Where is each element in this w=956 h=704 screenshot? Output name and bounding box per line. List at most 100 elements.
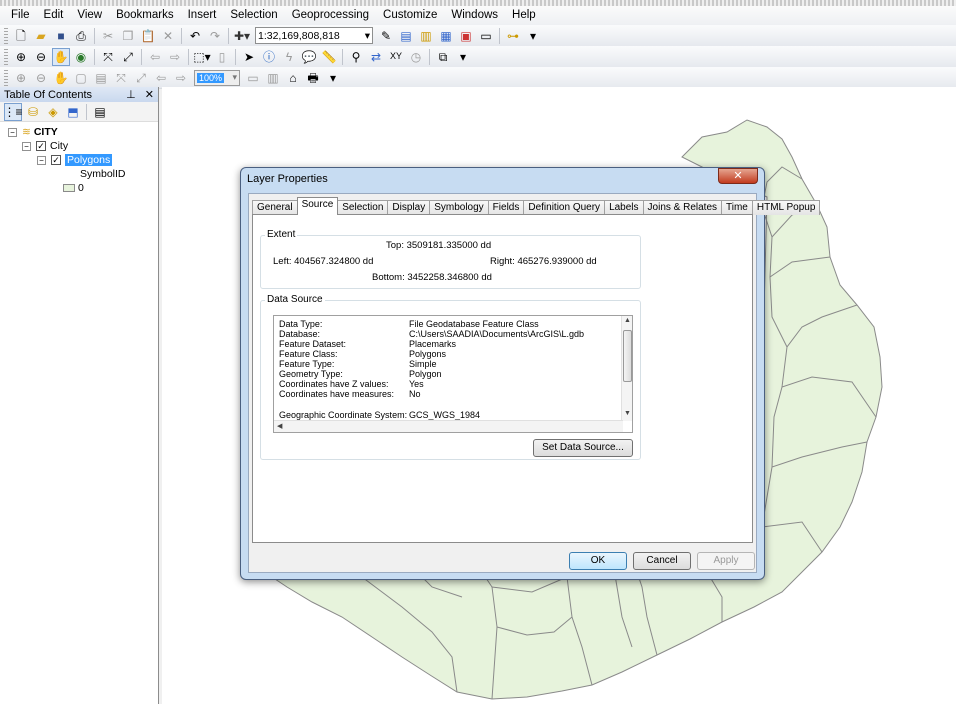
menu-help[interactable]: Help (505, 6, 543, 25)
measure-icon[interactable]: 📏 (320, 48, 338, 66)
toolbar-grip[interactable] (4, 69, 8, 86)
list-by-drawing-order-icon[interactable]: ⋮≡ (4, 102, 23, 121)
tab-time[interactable]: Time (721, 200, 753, 215)
tab-html-popup[interactable]: HTML Popup (751, 200, 821, 215)
vertical-scrollbar[interactable]: ▲ ▼ (621, 316, 632, 421)
collapse-icon[interactable]: − (37, 155, 46, 165)
select-elements-icon[interactable]: ➤ (240, 48, 258, 66)
menu-windows[interactable]: Windows (444, 6, 505, 25)
identify-icon[interactable]: ⓘ (260, 48, 278, 66)
zoom-in-icon[interactable]: ⊕ (12, 48, 30, 66)
scroll-down-icon[interactable]: ▼ (624, 410, 631, 417)
forward-arrow-icon[interactable]: ⇨ (166, 48, 184, 66)
chevron-down-icon[interactable]: ▾ (365, 30, 370, 42)
menu-bookmarks[interactable]: Bookmarks (109, 6, 181, 25)
menu-customize[interactable]: Customize (376, 6, 444, 25)
tab-joins-relates[interactable]: Joins & Relates (642, 200, 723, 215)
copy-icon[interactable]: ❐ (119, 27, 137, 45)
cancel-button[interactable]: Cancel (633, 552, 691, 570)
python-window-icon[interactable]: ▭ (477, 27, 495, 45)
layout-zoom-in-icon[interactable]: ⊕ (12, 69, 30, 87)
undo-icon[interactable]: ↶ (186, 27, 204, 45)
layout-fixed-zoom-out-icon[interactable]: ⤢ (132, 69, 150, 87)
layout-pan-icon[interactable]: ✋ (52, 69, 70, 87)
chevron-down-icon[interactable]: ▾ (232, 72, 237, 83)
layer-visibility-checkbox[interactable]: ✓ (51, 155, 61, 165)
time-slider-icon[interactable]: ◷ (407, 48, 425, 66)
go-to-xy-icon[interactable]: XY (387, 48, 405, 66)
close-icon[interactable]: ✕ (145, 89, 154, 101)
zoom-100-icon[interactable]: ▤ (92, 69, 110, 87)
pan-hand-icon[interactable]: ✋ (52, 47, 70, 66)
layer-label-selected[interactable]: Polygons (65, 154, 113, 166)
close-icon[interactable]: ✕ (733, 170, 742, 182)
back-arrow-icon[interactable]: ⇦ (146, 48, 164, 66)
change-layout-icon[interactable]: ⌂ (284, 69, 302, 87)
tab-definition-query[interactable]: Definition Query (523, 200, 606, 215)
hyperlink-icon[interactable]: ϟ (280, 48, 298, 66)
collapse-icon[interactable]: − (22, 141, 31, 151)
layout-back-icon[interactable]: ⇦ (152, 69, 170, 87)
catalog-icon[interactable]: ▥ (417, 27, 435, 45)
scrollbar-thumb[interactable] (623, 330, 632, 382)
list-by-visibility-icon[interactable]: ◈ (44, 103, 62, 121)
data-source-textbox[interactable]: Data Type: File Geodatabase Feature Class… (273, 315, 633, 433)
set-data-source-button[interactable]: Set Data Source... (533, 439, 633, 457)
menu-edit[interactable]: Edit (37, 6, 71, 25)
layer-visibility-checkbox[interactable]: ✓ (36, 141, 46, 151)
search-window-icon[interactable]: ▦ (437, 27, 455, 45)
map-scale-combo[interactable]: 1:32,169,808,818 ▾ (255, 27, 373, 44)
toc-group-layer-node[interactable]: − ✓ City (22, 139, 68, 153)
paste-icon[interactable]: 📋 (139, 27, 157, 45)
fixed-zoom-in-icon[interactable]: ⤧ (99, 48, 117, 66)
polygon-symbol-swatch[interactable] (63, 184, 75, 192)
find-route-icon[interactable]: ⇄ (367, 48, 385, 66)
apply-button[interactable]: Apply (697, 552, 755, 570)
list-by-source-icon[interactable]: ⛁ (24, 103, 42, 121)
toolbar-options-icon[interactable]: ▾ (454, 48, 472, 66)
toc-dataframe-node[interactable]: − ≋ CITY (8, 125, 58, 139)
save-icon[interactable]: ■ (52, 27, 70, 45)
tab-labels[interactable]: Labels (604, 200, 644, 215)
zoom-whole-page-icon[interactable]: ▢ (72, 69, 90, 87)
scroll-left-icon[interactable]: ◀ (277, 422, 282, 430)
create-viewer-window-icon[interactable]: ⧉ (434, 48, 452, 66)
print-icon[interactable]: ⎙ (72, 27, 90, 45)
delete-icon[interactable]: ✕ (159, 27, 177, 45)
layout-zoom-combo[interactable]: 100% ▾ (194, 69, 240, 86)
list-by-selection-icon[interactable]: ⬒ (64, 103, 82, 121)
tab-fields[interactable]: Fields (487, 200, 525, 215)
tab-general[interactable]: General (252, 200, 298, 215)
select-features-icon[interactable]: ⬚▾ (193, 48, 211, 66)
toc-options-icon[interactable]: ▤ (91, 103, 109, 121)
tab-source[interactable]: Source (296, 197, 339, 215)
scroll-up-icon[interactable]: ▲ (624, 317, 631, 324)
collapse-icon[interactable]: − (8, 127, 17, 137)
toggle-draft-mode-icon[interactable]: ▭ (244, 69, 262, 87)
tab-selection[interactable]: Selection (337, 200, 389, 215)
toolbar-options-icon[interactable]: ▾ (324, 69, 342, 87)
data-driven-pages-icon[interactable]: 🖶 (304, 69, 322, 87)
new-document-icon[interactable]: 🗋 (12, 27, 30, 45)
menu-file[interactable]: File (4, 6, 37, 25)
open-folder-icon[interactable]: ▰ (32, 27, 50, 45)
redo-icon[interactable]: ↷ (206, 27, 224, 45)
html-popup-icon[interactable]: 💬 (300, 48, 318, 66)
toolbar-options-icon[interactable]: ▾ (524, 27, 542, 45)
dialog-close-button[interactable]: ✕ (718, 168, 758, 184)
tab-display[interactable]: Display (387, 200, 431, 215)
horizontal-scrollbar[interactable]: ◀ (274, 420, 623, 432)
editor-toolbar-icon[interactable]: ✎ (377, 27, 395, 45)
toolbar-grip[interactable] (4, 48, 8, 65)
zoom-out-icon[interactable]: ⊖ (32, 48, 50, 66)
layout-fixed-zoom-in-icon[interactable]: ⤧ (112, 69, 130, 87)
add-data-icon[interactable]: ✚▾ (233, 27, 251, 45)
full-extent-icon[interactable]: ◉ (72, 48, 90, 66)
ok-button[interactable]: OK (569, 552, 627, 570)
layout-zoom-out-icon[interactable]: ⊖ (32, 69, 50, 87)
toc-layer-node[interactable]: − ✓ Polygons (37, 153, 113, 167)
model-builder-icon[interactable]: ⊶ (504, 27, 522, 45)
find-binoculars-icon[interactable]: ⚲ (347, 48, 365, 66)
fixed-zoom-out-icon[interactable]: ⤢ (119, 48, 137, 66)
layout-forward-icon[interactable]: ⇨ (172, 69, 190, 87)
